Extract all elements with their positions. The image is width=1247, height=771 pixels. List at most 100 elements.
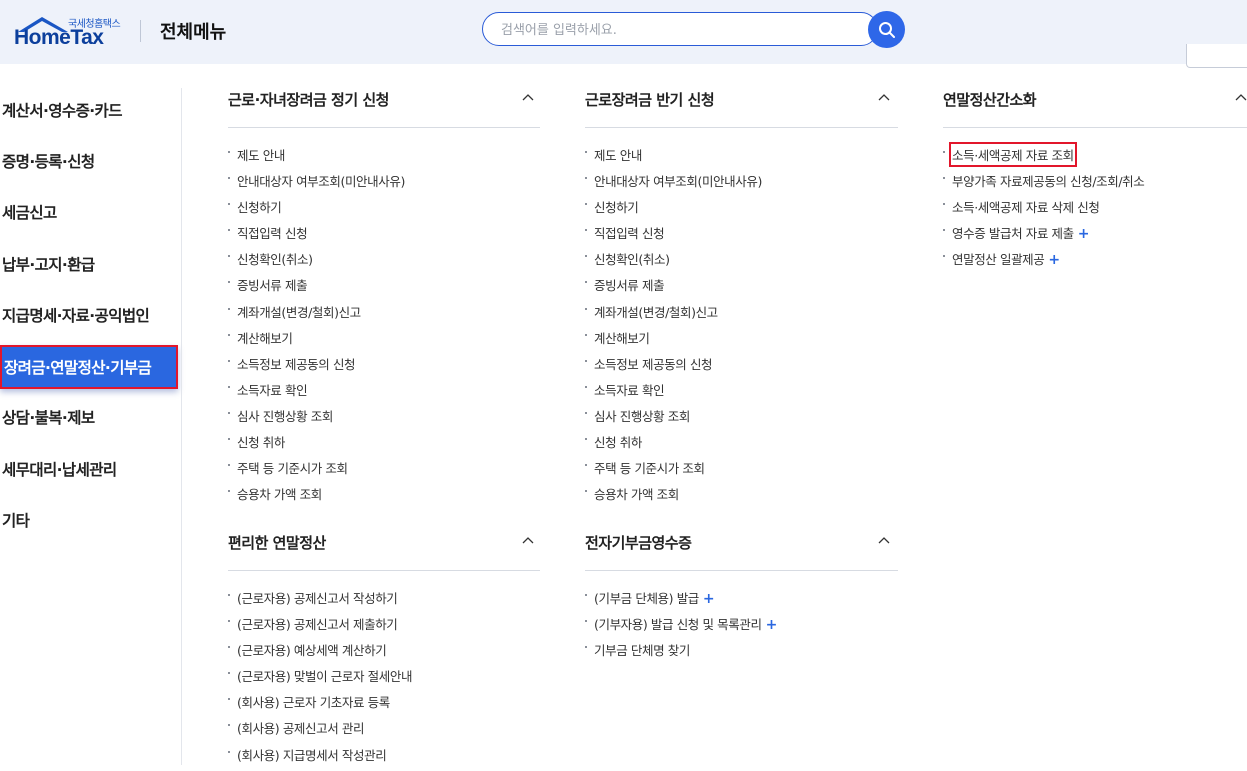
bullet (228, 359, 230, 362)
list-item[interactable]: 연말정산 일괄제공 + (943, 249, 1144, 275)
list-item[interactable]: 신청 취하 (585, 432, 762, 458)
section-convenient-year-end: 편리한 연말정산 (근로자용) 공제신고서 작성하기 (근로자용) 공제신고서 … (228, 532, 540, 765)
list-item[interactable]: 기부금 단체명 찾기 (585, 640, 777, 666)
chevron-up-icon[interactable] (521, 534, 535, 548)
section-title[interactable]: 연말정산간소화 (943, 89, 1247, 113)
link-text: (근로자용) 예상세액 계산하기 (237, 643, 387, 659)
list-item[interactable]: 제도 안내 (228, 145, 405, 171)
section-title[interactable]: 근로·자녀장려금 정기 신청 (228, 89, 540, 113)
list-item[interactable]: 제도 안내 (585, 145, 762, 171)
list-item[interactable]: 계좌개설(변경/철회)신고 (228, 302, 405, 328)
list-item[interactable]: (근로자용) 맞벌이 근로자 절세안내 (228, 666, 412, 692)
list-item[interactable]: (근로자용) 공제신고서 작성하기 (228, 588, 412, 614)
search-box[interactable] (482, 12, 878, 46)
list-item[interactable]: 직접입력 신청 (228, 223, 405, 249)
link-text: 제도 안내 (594, 148, 642, 163)
list-item[interactable]: (근로자용) 공제신고서 제출하기 (228, 614, 412, 640)
list-item[interactable]: 영수증 발급처 자료 제출 + (943, 223, 1144, 249)
sidebar-item-invoice[interactable]: 계산서·영수증·카드 (0, 88, 178, 132)
bullet (585, 255, 587, 258)
bullet (943, 203, 945, 206)
list-item[interactable]: (기부금 단체용) 발급 + (585, 588, 777, 614)
list-item[interactable]: 승용차 가액 조회 (228, 484, 405, 510)
list-item[interactable]: (회사용) 근로자 기초자료 등록 (228, 692, 412, 718)
link-text: 계산해보기 (237, 330, 293, 346)
list-item[interactable]: 계좌개설(변경/철회)신고 (585, 302, 762, 328)
list-item[interactable]: 안내대상자 여부조회(미안내사유) (585, 171, 762, 197)
plus-icon[interactable]: + (703, 592, 715, 606)
bullet (943, 177, 945, 180)
section-title[interactable]: 근로장려금 반기 신청 (585, 89, 898, 113)
chevron-up-icon[interactable] (521, 91, 535, 105)
section-title[interactable]: 편리한 연말정산 (228, 532, 540, 556)
chevron-up-icon[interactable] (1234, 91, 1247, 105)
section-e-donation-receipt: 전자기부금영수증 (기부금 단체용) 발급 + (기부자용) 발급 신청 및 목록… (585, 532, 898, 682)
section-title[interactable]: 전자기부금영수증 (585, 532, 898, 556)
sidebar-item-statement[interactable]: 지급명세·자료·공익법인 (0, 293, 178, 337)
link-text: 영수증 발급처 자료 제출 (952, 226, 1074, 242)
link-text: 신청 취하 (237, 435, 285, 451)
list-item[interactable]: 신청하기 (585, 197, 762, 223)
chevron-up-icon[interactable] (877, 91, 891, 105)
bullet (228, 724, 230, 727)
chevron-up-icon[interactable] (877, 534, 891, 548)
list-item[interactable]: (회사용) 공제신고서 관리 (228, 718, 412, 744)
sidebar-item-label: 세금신고 (2, 204, 57, 222)
list-item[interactable]: 증빙서류 제출 (585, 275, 762, 301)
sidebar-item-etc[interactable]: 기타 (0, 498, 178, 542)
list-item[interactable]: (기부자용) 발급 신청 및 목록관리 + (585, 614, 777, 640)
hometax-logo[interactable]: 국세청홈택스 HomeTax (14, 12, 122, 52)
list-item[interactable]: 신청하기 (228, 197, 405, 223)
list-item[interactable]: 신청확인(취소) (585, 249, 762, 275)
sidebar-item-certificate[interactable]: 증명·등록·신청 (0, 139, 178, 183)
bullet (228, 151, 230, 153)
list-item[interactable]: 신청확인(취소) (228, 249, 405, 275)
link-list: 제도 안내 안내대상자 여부조회(미안내사유) 신청하기 직접입력 신청 신청확… (585, 145, 762, 510)
plus-icon[interactable]: + (1048, 253, 1060, 267)
link-text: 기부금 단체명 찾기 (594, 643, 690, 659)
search-button[interactable] (868, 11, 905, 48)
bullet (228, 464, 230, 467)
list-item[interactable]: 소득정보 제공동의 신청 (228, 354, 405, 380)
list-item-deduction-lookup[interactable]: 소득·세액공제 자료 조회 (943, 142, 1144, 171)
list-item[interactable]: 안내대상자 여부조회(미안내사유) (228, 171, 405, 197)
list-item[interactable]: 신청 취하 (228, 432, 405, 458)
link-text: 주택 등 기준시가 조회 (237, 461, 348, 477)
search-icon (878, 21, 895, 38)
list-item[interactable]: 승용차 가액 조회 (585, 484, 762, 510)
list-item[interactable]: 소득정보 제공동의 신청 (585, 354, 762, 380)
sidebar-item-incentive[interactable]: 장려금·연말정산·기부금 (0, 345, 178, 389)
list-item[interactable]: (회사용) 지급명세서 작성관리 (228, 745, 412, 771)
logo-main-text: HomeTax (14, 26, 104, 49)
sidebar-item-agent[interactable]: 세무대리·납세관리 (0, 447, 178, 491)
list-item[interactable]: 계산해보기 (585, 328, 762, 354)
list-item[interactable]: 소득·세액공제 자료 삭제 신청 (943, 197, 1144, 223)
list-item[interactable]: 주택 등 기준시가 조회 (585, 458, 762, 484)
search-input[interactable] (501, 20, 841, 40)
bullet (585, 594, 587, 596)
link-text: 주택 등 기준시가 조회 (594, 461, 705, 477)
link-text: (근로자용) 공제신고서 작성하기 (237, 591, 398, 606)
header-divider (140, 20, 141, 42)
section-divider (585, 127, 898, 128)
sidebar-item-consult[interactable]: 상담·불복·제보 (0, 395, 178, 439)
list-item[interactable]: 심사 진행상황 조회 (585, 406, 762, 432)
list-item[interactable]: 증빙서류 제출 (228, 275, 405, 301)
list-item[interactable]: 심사 진행상황 조회 (228, 406, 405, 432)
link-text: (회사용) 공제신고서 관리 (237, 721, 365, 737)
list-item[interactable]: 주택 등 기준시가 조회 (228, 458, 405, 484)
list-item[interactable]: 부양가족 자료제공동의 신청/조회/취소 (943, 171, 1145, 197)
corner-tab[interactable] (1186, 44, 1247, 68)
list-item[interactable]: 계산해보기 (228, 328, 405, 354)
bullet (228, 177, 230, 180)
plus-icon[interactable]: + (766, 618, 778, 632)
list-item[interactable]: 소득자료 확인 (585, 380, 762, 406)
sidebar: 계산서·영수증·카드 증명·등록·신청 세금신고 납부·고지·환급 지급명세·자… (0, 64, 181, 765)
list-item[interactable]: 소득자료 확인 (228, 380, 405, 406)
sidebar-item-payment[interactable]: 납부·고지·환급 (0, 242, 178, 286)
list-item[interactable]: (근로자용) 예상세액 계산하기 (228, 640, 412, 666)
plus-icon[interactable]: + (1078, 227, 1090, 241)
sidebar-item-tax-filing[interactable]: 세금신고 (0, 190, 178, 234)
list-item[interactable]: 직접입력 신청 (585, 223, 762, 249)
bullet (228, 385, 230, 388)
